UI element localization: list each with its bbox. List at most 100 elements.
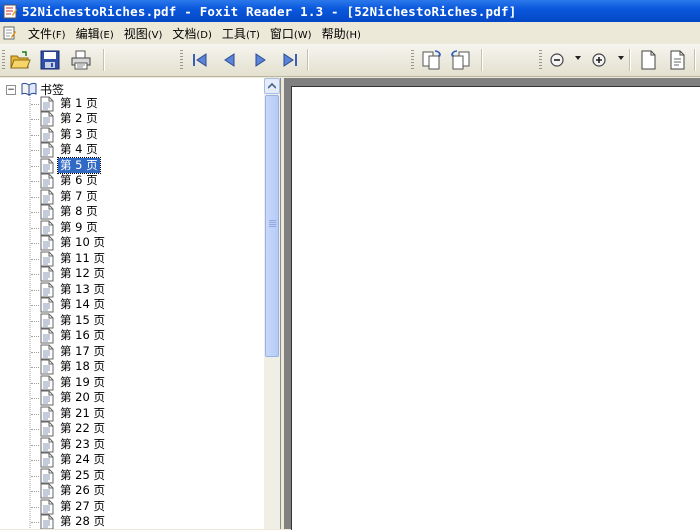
bookmark-label: 第 6 页 xyxy=(60,173,98,187)
tree-connector xyxy=(31,305,39,306)
bookmark-item[interactable]: 第 12 页 xyxy=(0,266,260,282)
page-icon xyxy=(39,514,55,529)
zoom-out-button[interactable] xyxy=(546,49,568,71)
tree-connector xyxy=(31,413,39,415)
bookmark-label: 第 28 页 xyxy=(60,514,105,528)
menu-hotkey: (E) xyxy=(99,29,114,41)
zoom-in-button[interactable] xyxy=(588,49,610,71)
bookmark-item[interactable]: 第 9 页 xyxy=(0,220,260,235)
bookmark-item[interactable]: 第 14 页 xyxy=(0,297,260,313)
bookmark-item[interactable]: 第 1 页 xyxy=(0,96,260,111)
bookmark-item[interactable]: 第 7 页 xyxy=(0,189,260,204)
toolbar-separator xyxy=(481,49,483,71)
bookmark-item[interactable]: 第 13 页 xyxy=(0,281,260,297)
toolbar-grip[interactable] xyxy=(539,50,542,70)
rotate-left-button[interactable] xyxy=(420,49,442,71)
toolbar-separator xyxy=(307,49,309,71)
tree-connector xyxy=(31,289,39,291)
first-page-button[interactable] xyxy=(189,49,211,71)
bookmark-label: 第 3 页 xyxy=(60,126,98,141)
menu-item-5[interactable]: 窗口(W) xyxy=(265,25,317,42)
open-folder-icon xyxy=(10,51,31,69)
menu-label: 工具 xyxy=(221,26,246,41)
document-view[interactable] xyxy=(284,78,700,530)
zoom-out-dropdown-icon[interactable] xyxy=(575,56,581,60)
bookmark-item[interactable]: 第 3 页 xyxy=(0,126,260,142)
tree-connector xyxy=(31,134,39,136)
toolbar-grip[interactable] xyxy=(411,50,414,70)
continuous-page-button[interactable] xyxy=(666,49,688,71)
document-menu-icon[interactable] xyxy=(3,26,17,40)
bookmark-item[interactable]: 第 11 页 xyxy=(0,251,260,266)
tree-connector xyxy=(31,460,39,461)
toolbar-separator xyxy=(694,49,696,71)
bookmark-item[interactable]: 第 28 页 xyxy=(0,514,260,529)
bookmark-item[interactable]: 第 2 页 xyxy=(0,111,260,127)
bookmark-label: 第 21 页 xyxy=(60,405,105,420)
menu-item-2[interactable]: 视图(V) xyxy=(119,25,168,42)
scroll-thumb[interactable] xyxy=(265,95,279,357)
bookmark-item[interactable]: 第 21 页 xyxy=(0,405,260,421)
bookmark-book-icon xyxy=(21,82,37,96)
next-page-icon xyxy=(255,53,266,67)
toolbar-grip[interactable] xyxy=(2,50,5,70)
bookmark-item[interactable]: 第 26 页 xyxy=(0,483,260,499)
toolbar-grip[interactable] xyxy=(180,50,183,70)
bookmark-item[interactable]: 第 22 页 xyxy=(0,421,260,437)
menu-label: 视图 xyxy=(123,26,148,41)
tree-connector xyxy=(31,150,39,151)
bookmarks-scrollbar[interactable] xyxy=(264,78,280,529)
bookmark-tree: − 书签 第 1 页第 2 页第 3 页第 4 页第 5 页第 6 页第 7 页… xyxy=(0,78,264,529)
bookmarks-panel: − 书签 第 1 页第 2 页第 3 页第 4 页第 5 页第 6 页第 7 页… xyxy=(0,78,281,529)
title-bar[interactable]: 52NichestoRiches.pdf - Foxit Reader 1.3 … xyxy=(0,0,700,22)
tree-connector xyxy=(31,196,39,198)
bookmark-item[interactable]: 第 24 页 xyxy=(0,452,260,468)
menu-item-4[interactable]: 工具(T) xyxy=(217,25,265,42)
bookmark-item[interactable]: 第 15 页 xyxy=(0,312,260,328)
previous-page-icon xyxy=(224,53,235,67)
menu-item-1[interactable]: 编辑(E) xyxy=(71,25,119,42)
menu-item-0[interactable]: 文件(F) xyxy=(23,25,71,42)
bookmark-item[interactable]: 第 19 页 xyxy=(0,375,260,390)
scroll-up-button[interactable] xyxy=(264,78,280,94)
menu-item-6[interactable]: 帮助(H) xyxy=(317,25,366,42)
rotate-right-icon xyxy=(451,50,470,70)
bookmark-item[interactable]: 第 5 页 xyxy=(0,156,260,174)
tree-connector xyxy=(31,181,39,182)
open-button[interactable] xyxy=(9,49,31,71)
single-page-button[interactable] xyxy=(637,49,659,71)
bookmark-label: 第 15 页 xyxy=(60,312,105,327)
bookmark-label: 第 13 页 xyxy=(60,281,105,296)
pdf-page[interactable] xyxy=(291,86,700,530)
zoom-in-dropdown-icon[interactable] xyxy=(618,56,624,60)
bookmark-item[interactable]: 第 20 页 xyxy=(0,390,260,406)
rotate-right-button[interactable] xyxy=(450,49,472,71)
menu-item-3[interactable]: 文档(D) xyxy=(167,25,217,42)
save-button[interactable] xyxy=(39,49,61,71)
bookmark-label: 第 14 页 xyxy=(60,297,105,311)
menu-hotkey: (D) xyxy=(196,29,212,41)
last-page-button[interactable] xyxy=(279,49,301,71)
bookmark-item[interactable]: 第 17 页 xyxy=(0,344,260,359)
bookmark-item[interactable]: 第 25 页 xyxy=(0,468,260,483)
tree-connector xyxy=(31,258,39,260)
bookmark-item[interactable]: 第 8 页 xyxy=(0,204,260,220)
scroll-thumb-grip xyxy=(269,220,276,228)
bookmark-item[interactable]: 第 10 页 xyxy=(0,235,260,251)
bookmark-root[interactable]: − 书签 xyxy=(0,80,260,97)
bookmark-item[interactable]: 第 27 页 xyxy=(0,499,260,514)
menu-label: 帮助 xyxy=(321,26,346,41)
bookmark-label: 第 2 页 xyxy=(60,111,98,125)
next-page-button[interactable] xyxy=(249,49,271,71)
bookmark-item[interactable]: 第 23 页 xyxy=(0,437,260,452)
bookmark-item[interactable]: 第 18 页 xyxy=(0,359,260,375)
collapse-toggle-icon[interactable]: − xyxy=(6,85,16,95)
print-button[interactable] xyxy=(70,49,92,71)
menu-label: 窗口 xyxy=(269,26,294,41)
tree-connector xyxy=(31,212,39,213)
bookmark-item[interactable]: 第 6 页 xyxy=(0,173,260,189)
bookmark-item[interactable]: 第 16 页 xyxy=(0,328,260,344)
previous-page-button[interactable] xyxy=(219,49,241,71)
bookmark-item[interactable]: 第 4 页 xyxy=(0,142,260,158)
bookmark-label: 第 10 页 xyxy=(60,235,105,249)
